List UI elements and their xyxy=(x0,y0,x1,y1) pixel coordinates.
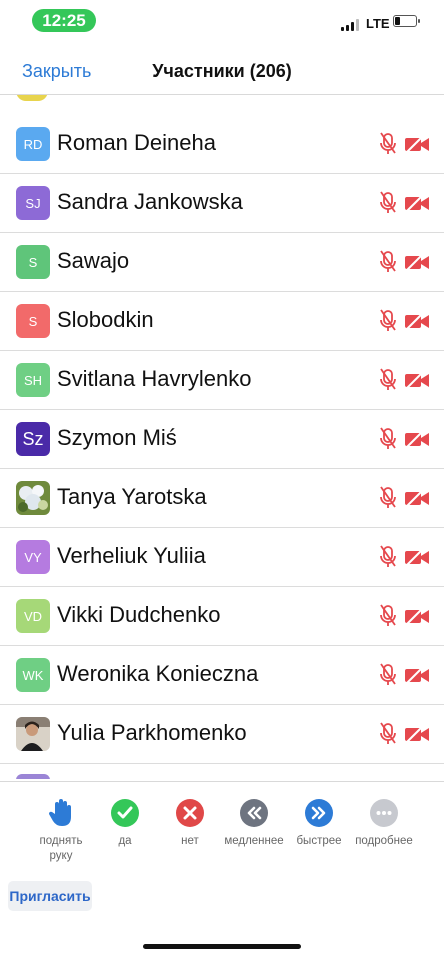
avatar: S xyxy=(16,304,50,338)
yes-reaction-button[interactable]: да xyxy=(93,799,157,849)
avatar: Sz xyxy=(16,422,50,456)
avatar xyxy=(16,774,50,779)
participant-row[interactable]: Yulia Parkhomenko xyxy=(0,705,444,764)
avatar: VD xyxy=(16,599,50,633)
participant-row[interactable]: Sz Szymon Miś xyxy=(0,410,444,469)
mic-muted-icon xyxy=(377,132,399,156)
participant-row[interactable]: VD Vikki Dudchenko xyxy=(0,587,444,646)
participant-name: Roman Deineha xyxy=(57,130,216,155)
video-off-icon xyxy=(404,488,430,508)
reaction-label: нет xyxy=(181,835,199,847)
fast-forward-icon xyxy=(305,799,333,827)
mic-muted-icon xyxy=(377,250,399,274)
participant-row[interactable]: S Slobodkin xyxy=(0,292,444,351)
avatar: WK xyxy=(16,658,50,692)
participant-name: Vikki Dudchenko xyxy=(57,602,221,627)
raise-hand-reaction-button[interactable]: поднять руку xyxy=(29,799,93,864)
battery-icon xyxy=(393,15,420,27)
video-off-icon xyxy=(404,370,430,390)
x-icon xyxy=(176,799,204,827)
video-off-icon xyxy=(404,665,430,685)
network-label: LTE xyxy=(366,16,390,31)
video-off-icon xyxy=(404,724,430,744)
reaction-label: быстрее xyxy=(296,835,342,847)
participant-row[interactable]: RD Roman Deineha xyxy=(0,115,444,174)
participant-name: Sawajo xyxy=(57,248,130,273)
signal-icon xyxy=(341,17,359,31)
participant-row[interactable]: Tanya Yarotska xyxy=(0,469,444,528)
participant-name: Verheliuk Yuliia xyxy=(57,543,206,568)
home-indicator xyxy=(143,944,301,949)
avatar xyxy=(16,95,48,101)
reaction-label: поднять руку xyxy=(39,835,83,862)
mic-muted-icon xyxy=(377,191,399,215)
video-off-icon xyxy=(404,606,430,626)
mic-muted-icon xyxy=(377,663,399,687)
raise-hand-icon xyxy=(47,799,75,827)
mic-muted-icon xyxy=(377,722,399,746)
participant-name: Weronika Konieczna xyxy=(57,661,259,686)
reactions-toolbar: поднять руку да нет медленнее быстрее подробн… xyxy=(0,781,444,877)
navigation-bar: Закрыть Участники (206) xyxy=(0,44,444,95)
participant-name: Tanya Yarotska xyxy=(57,484,207,509)
participant-row[interactable]: VY Verheliuk Yuliia xyxy=(0,528,444,587)
participant-list[interactable]: RD Roman Deineha SJ Sandra Jankowska S Sawa… xyxy=(0,95,444,779)
participant-name: Yulia Parkhomenko xyxy=(57,720,247,745)
page-title: Участники (206) xyxy=(152,61,292,81)
status-bar: 12:25 LTE xyxy=(0,0,444,44)
reaction-label: медленнее xyxy=(224,835,284,847)
reaction-label: да xyxy=(118,835,132,847)
avatar: SJ xyxy=(16,186,50,220)
video-off-icon xyxy=(404,547,430,567)
more-reaction-button[interactable]: подробнее xyxy=(352,799,416,849)
mic-muted-icon xyxy=(377,545,399,569)
avatar xyxy=(16,717,50,751)
video-off-icon xyxy=(404,252,430,272)
check-icon xyxy=(111,799,139,827)
status-time: 12:25 xyxy=(32,9,96,32)
participant-row[interactable]: WK Weronika Konieczna xyxy=(0,646,444,705)
rewind-icon xyxy=(240,799,268,827)
participant-row[interactable]: SH Svitlana Havrylenko xyxy=(0,351,444,410)
mic-muted-icon xyxy=(377,604,399,628)
mic-muted-icon xyxy=(377,309,399,333)
video-off-icon xyxy=(404,311,430,331)
participant-row[interactable]: S Sawajo xyxy=(0,233,444,292)
mic-muted-icon xyxy=(377,427,399,451)
avatar: RD xyxy=(16,127,50,161)
mic-muted-icon xyxy=(377,486,399,510)
reaction-label: подробнее xyxy=(355,835,413,847)
mic-muted-icon xyxy=(377,368,399,392)
avatar: VY xyxy=(16,540,50,574)
avatar xyxy=(16,481,50,515)
more-icon xyxy=(370,799,398,827)
video-off-icon xyxy=(404,429,430,449)
no-reaction-button[interactable]: нет xyxy=(158,799,222,849)
avatar: SH xyxy=(16,363,50,397)
invite-button[interactable]: Пригласить xyxy=(8,881,92,911)
participant-name: Slobodkin xyxy=(57,307,154,332)
participant-name: Szymon Miś xyxy=(57,425,177,450)
participant-name: Sandra Jankowska xyxy=(57,189,243,214)
video-off-icon xyxy=(404,193,430,213)
avatar: S xyxy=(16,245,50,279)
video-off-icon xyxy=(404,134,430,154)
participant-name: Svitlana Havrylenko xyxy=(57,366,252,391)
participant-row[interactable]: SJ Sandra Jankowska xyxy=(0,174,444,233)
faster-reaction-button[interactable]: быстрее xyxy=(287,799,351,849)
slower-reaction-button[interactable]: медленнее xyxy=(222,799,286,849)
